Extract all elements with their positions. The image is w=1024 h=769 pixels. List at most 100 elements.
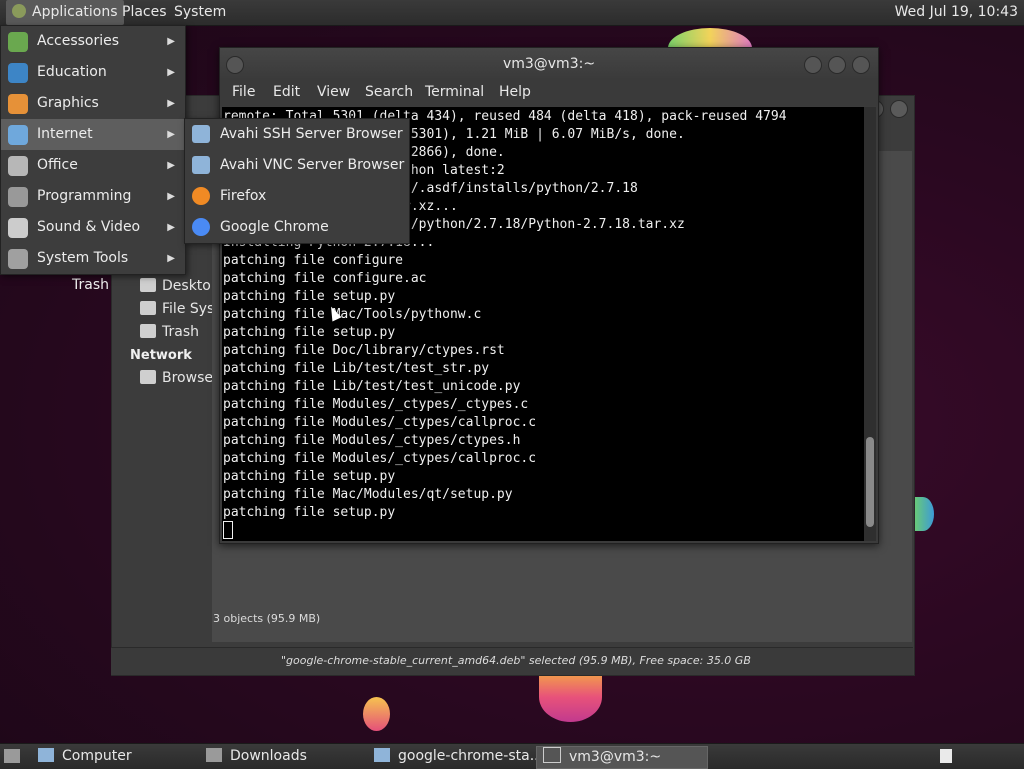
submenu-arrow-icon: ▶ — [167, 222, 175, 233]
file-manager-icon — [374, 748, 390, 762]
submenu-arrow-icon: ▶ — [167, 253, 175, 264]
terminal-cursor — [223, 521, 233, 539]
submenu-arrow-icon: ▶ — [167, 129, 175, 140]
menu-file[interactable]: File — [232, 84, 255, 100]
submenu-item-google-chrome[interactable]: Google Chrome — [185, 212, 409, 243]
menu-edit[interactable]: Edit — [273, 84, 300, 100]
submenu-item-avahi-ssh-server-browser[interactable]: Avahi SSH Server Browser — [185, 119, 409, 150]
network-browser-icon — [192, 125, 210, 143]
submenu-item-label: Avahi SSH Server Browser — [220, 126, 403, 142]
applications-dropdown: Accessories ▶ Education ▶ Graphics ▶ Internet ▶… — [0, 25, 186, 275]
status-bar: "google-chrome-stable_current_amd64.deb"… — [111, 647, 913, 675]
sidebar-item-label: Trash — [162, 324, 199, 340]
wallpaper-blob — [363, 697, 390, 731]
status-selection: "google-chrome-stable_current_amd64.deb"… — [281, 654, 751, 667]
network-icon — [140, 370, 156, 384]
close-button[interactable] — [890, 100, 908, 118]
submenu-item-label: Avahi VNC Server Browser — [220, 157, 405, 173]
app-menu-item-system-tools[interactable]: System Tools ▶ — [1, 243, 185, 274]
maximize-button[interactable] — [828, 56, 846, 74]
internet-icon — [8, 125, 28, 145]
taskbar-label: Downloads — [230, 748, 307, 764]
sidebar-item-label: File System — [162, 301, 212, 317]
workspace-switcher[interactable] — [938, 746, 958, 767]
menu-view[interactable]: View — [317, 84, 350, 100]
taskbar-button-4[interactable]: vm3@vm3:~ — [536, 746, 708, 769]
clock[interactable]: Wed Jul 19, 10:43 — [889, 0, 1024, 25]
sidebar-item-desktop[interactable]: Desktop — [140, 278, 212, 294]
drive-icon — [140, 301, 156, 315]
app-menu-item-office[interactable]: Office ▶ — [1, 150, 185, 181]
wallpaper-blob — [912, 497, 934, 531]
app-menu-item-label: Sound & Video — [37, 219, 141, 235]
app-menu-item-programming[interactable]: Programming ▶ — [1, 181, 185, 212]
sidebar-heading-network: Network — [130, 348, 192, 363]
top-panel: Applications Places System Wed Jul 19, 1… — [0, 0, 1024, 26]
submenu-item-firefox[interactable]: Firefox — [185, 181, 409, 212]
app-menu-item-label: Graphics — [37, 95, 99, 111]
terminal-menu-button[interactable] — [226, 56, 244, 74]
network-browser-icon — [192, 156, 210, 174]
app-menu-item-label: System Tools — [37, 250, 129, 266]
sidebar-item-file-system[interactable]: File System — [140, 301, 212, 317]
submenu-arrow-icon: ▶ — [167, 191, 175, 202]
system-tools-icon — [8, 249, 28, 269]
menu-terminal[interactable]: Terminal — [425, 84, 484, 100]
sidebar-item-label: Browse Network — [162, 370, 212, 386]
taskbar-button-1[interactable]: Computer — [32, 746, 202, 767]
office-icon — [8, 156, 28, 176]
app-menu-item-label: Internet — [37, 126, 93, 142]
trash-applet-icon — [940, 749, 952, 763]
scrollbar-thumb[interactable] — [866, 437, 874, 527]
app-menu-item-education[interactable]: Education ▶ — [1, 57, 185, 88]
submenu-arrow-icon: ▶ — [167, 36, 175, 47]
terminal-menubar: File Edit View Search Terminal Help — [220, 80, 878, 106]
sidebar-item-browse-network[interactable]: Browse Network — [140, 370, 212, 386]
close-button[interactable] — [852, 56, 870, 74]
app-menu-item-label: Education — [37, 64, 107, 80]
internet-submenu: Avahi SSH Server Browser Avahi VNC Server… — [184, 118, 410, 244]
chrome-icon — [192, 218, 210, 236]
menu-help[interactable]: Help — [499, 84, 531, 100]
terminal-title: vm3@vm3:~ — [220, 48, 878, 80]
folder-icon — [206, 748, 222, 762]
submenu-arrow-icon: ▶ — [167, 160, 175, 171]
education-icon — [8, 63, 28, 83]
wallpaper-blob — [539, 672, 602, 722]
app-menu-item-accessories[interactable]: Accessories ▶ — [1, 26, 185, 57]
computer-icon — [38, 748, 54, 762]
terminal-icon — [543, 747, 561, 763]
app-menu-item-sound-video[interactable]: Sound & Video ▶ — [1, 212, 185, 243]
places-menu[interactable]: Places — [116, 0, 173, 25]
taskbar-button-2[interactable]: Downloads — [200, 746, 370, 767]
submenu-item-avahi-vnc-server-browser[interactable]: Avahi VNC Server Browser — [185, 150, 409, 181]
show-desktop-button[interactable] — [3, 746, 23, 767]
minimize-button[interactable] — [804, 56, 822, 74]
programming-icon — [8, 187, 28, 207]
system-menu[interactable]: System — [168, 0, 232, 25]
taskbar-label: vm3@vm3:~ — [569, 749, 662, 765]
menu-search[interactable]: Search — [365, 84, 413, 100]
taskbar-label: Computer — [62, 748, 132, 764]
app-menu-item-label: Office — [37, 157, 78, 173]
bottom-panel: Computer Downloads google-chrome-sta... vm3… — [0, 743, 1024, 769]
app-menu-item-internet[interactable]: Internet ▶ — [1, 119, 185, 150]
submenu-item-label: Google Chrome — [220, 219, 329, 235]
submenu-item-label: Firefox — [220, 188, 267, 204]
graphics-icon — [8, 94, 28, 114]
applications-menu[interactable]: Applications — [6, 0, 124, 25]
terminal-scrollbar[interactable] — [864, 107, 876, 541]
taskbar-button-3[interactable]: google-chrome-sta... — [368, 746, 538, 767]
sound-video-icon — [8, 218, 28, 238]
sidebar-item-label: Desktop — [162, 278, 212, 294]
desktop-trash-label[interactable]: Trash — [72, 277, 109, 293]
accessories-icon — [8, 32, 28, 52]
trash-icon — [140, 324, 156, 338]
sidebar-item-trash[interactable]: Trash — [140, 324, 212, 340]
app-menu-item-graphics[interactable]: Graphics ▶ — [1, 88, 185, 119]
applications-menu-label: Applications — [32, 4, 118, 20]
app-menu-item-label: Accessories — [37, 33, 120, 49]
status-object-count: 3 objects (95.9 MB) — [213, 612, 321, 625]
taskbar-label: google-chrome-sta... — [398, 748, 538, 764]
distro-logo-icon — [12, 4, 26, 18]
